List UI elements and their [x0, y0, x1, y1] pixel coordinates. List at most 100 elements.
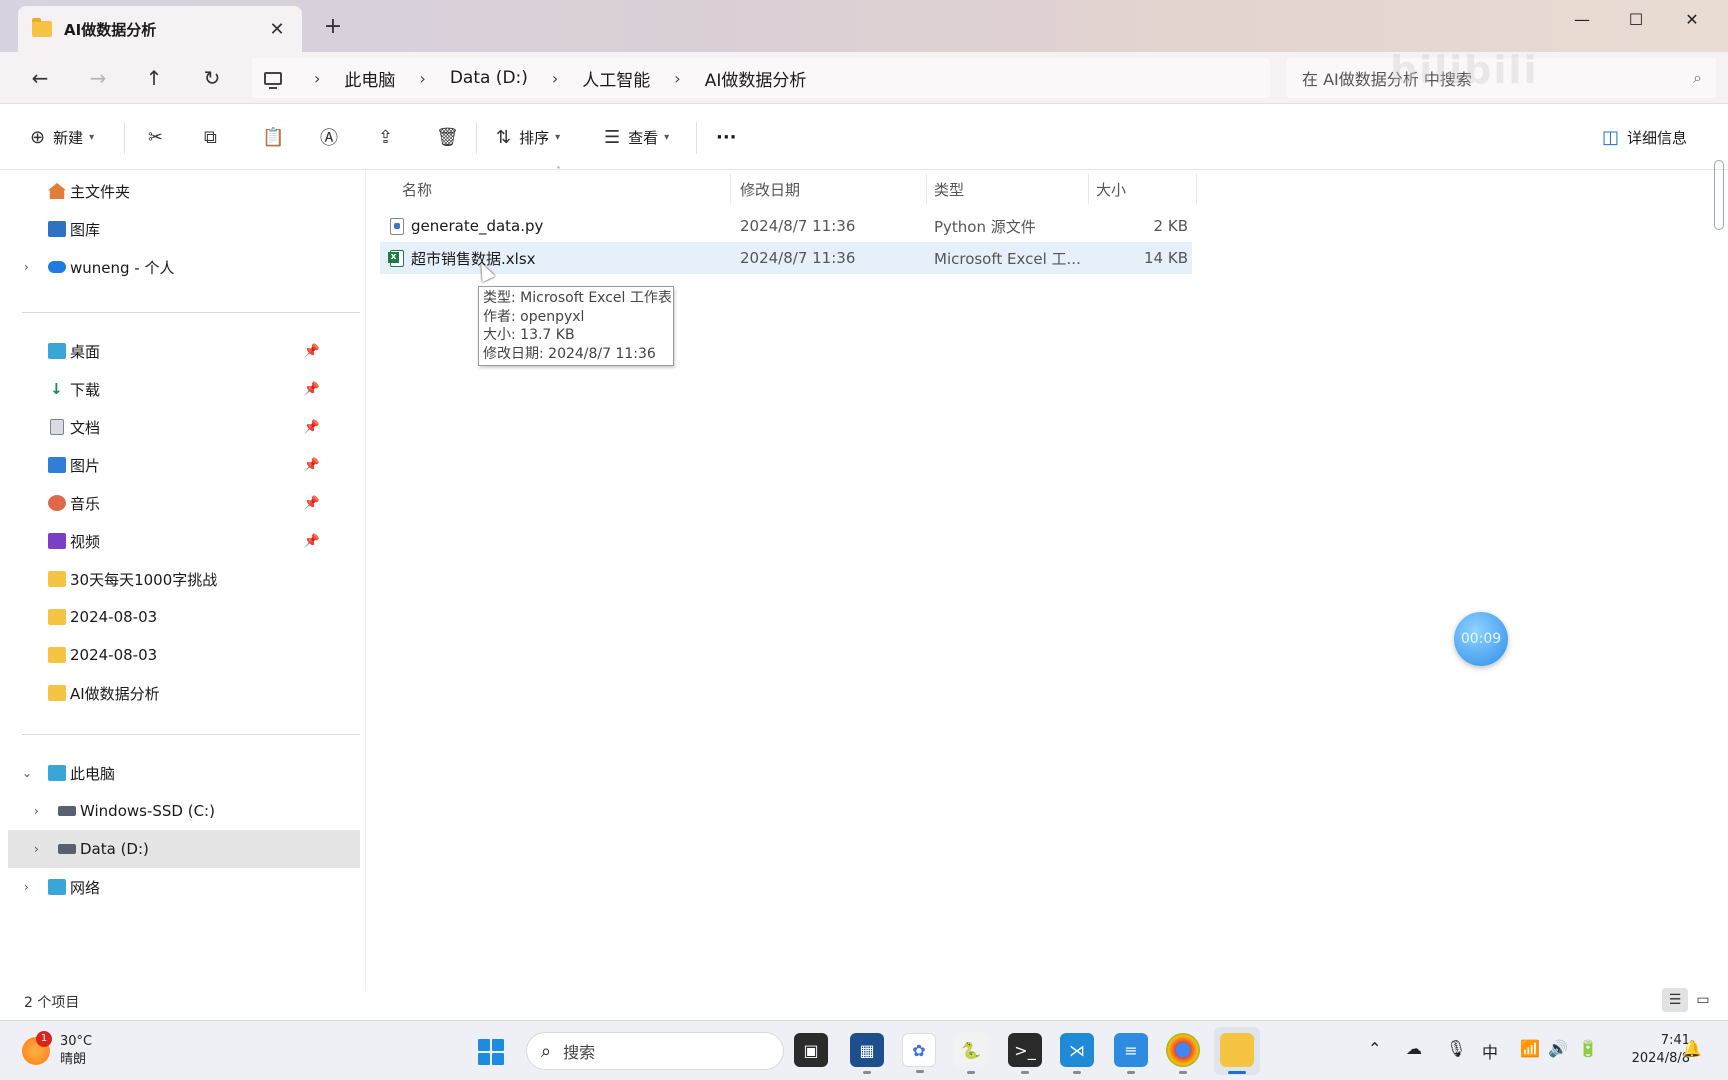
clock[interactable]: 7:41 2024/8/8 — [1616, 1032, 1690, 1068]
chevron-right-icon[interactable]: › — [674, 69, 680, 88]
address-bar[interactable]: › 此电脑 › Data (D:) › 人工智能 › AI做数据分析 — [252, 58, 1270, 98]
column-divider[interactable] — [730, 174, 731, 204]
sidebar-item-drive-c[interactable]: › Windows-SSD (C:) — [8, 792, 360, 830]
vscode-icon[interactable]: ⋊ — [1060, 1033, 1094, 1074]
breadcrumb-ai[interactable]: 人工智能 — [582, 66, 650, 91]
pin-icon[interactable]: 📌 — [304, 458, 320, 473]
sidebar-item-documents[interactable]: 文档 📌 — [8, 408, 360, 446]
chevron-right-icon[interactable]: › — [419, 69, 425, 88]
cloud-icon[interactable]: ☁ — [1406, 1039, 1422, 1058]
sidebar-item-pictures[interactable]: 图片 📌 — [8, 446, 360, 484]
sidebar-item-folder[interactable]: 2024-08-03 — [8, 636, 360, 674]
ime-indicator[interactable]: 中 — [1482, 1039, 1498, 1063]
share-button[interactable]: ⇪ — [378, 122, 401, 152]
column-divider[interactable] — [1196, 174, 1197, 204]
file-row[interactable]: generate_data.py 2024/8/7 11:36 Python 源… — [380, 210, 1192, 242]
close-button[interactable]: ✕ — [1668, 4, 1716, 34]
notepad-icon[interactable]: ≡ — [1114, 1033, 1148, 1074]
view-button[interactable]: ☰ 查看 ▾ — [604, 122, 669, 152]
file-explorer-icon[interactable] — [1220, 1033, 1254, 1074]
breadcrumb-current-folder[interactable]: AI做数据分析 — [705, 66, 807, 91]
breadcrumb-this-pc[interactable]: 此电脑 — [344, 66, 395, 91]
wifi-icon[interactable]: 📶 — [1520, 1039, 1540, 1058]
terminal-icon[interactable]: >_ — [1008, 1033, 1042, 1074]
sidebar-item-downloads[interactable]: ↓ 下载 📌 — [8, 370, 360, 408]
sidebar-item-label: AI做数据分析 — [70, 684, 160, 703]
minimize-button[interactable]: — — [1558, 4, 1606, 34]
chevron-right-icon[interactable]: › — [24, 260, 29, 274]
sidebar-item-desktop[interactable]: 桌面 📌 — [8, 332, 360, 370]
cut-button[interactable]: ✂ — [148, 122, 171, 152]
volume-icon[interactable]: 🔊 — [1548, 1039, 1568, 1058]
column-divider[interactable] — [926, 174, 927, 204]
column-header-size[interactable]: 大小 — [1096, 174, 1126, 204]
chrome-icon[interactable] — [1166, 1033, 1200, 1074]
weather-widget[interactable]: 1 30°C 晴朗 — [22, 1031, 92, 1069]
tab-ai-data-analysis[interactable]: AI做数据分析 ✕ — [18, 6, 302, 52]
taskbar-search[interactable]: ⌕ 搜索 — [526, 1032, 784, 1070]
chevron-down-icon[interactable]: ⌄ — [22, 766, 32, 780]
chevron-right-icon[interactable]: › — [34, 804, 39, 818]
pin-icon[interactable]: 📌 — [304, 496, 320, 511]
refresh-icon[interactable]: ↻ — [196, 62, 228, 94]
sidebar-item-folder[interactable]: 30天每天1000字挑战 — [8, 560, 360, 598]
rename-button[interactable]: Ⓐ — [320, 122, 346, 152]
tiles-view-icon[interactable]: ▭ — [1690, 988, 1716, 1012]
chevron-right-icon[interactable]: › — [34, 842, 39, 856]
pin-icon[interactable]: 📌 — [304, 344, 320, 359]
chevron-right-icon[interactable]: › — [24, 880, 29, 894]
pin-icon[interactable]: 📌 — [304, 382, 320, 397]
sort-button[interactable]: ⇅ 排序 ▾ — [496, 122, 560, 152]
pin-icon[interactable]: 📌 — [304, 534, 320, 549]
sidebar-item-folder[interactable]: AI做数据分析 — [8, 674, 360, 712]
sidebar-item-folder[interactable]: 2024-08-03 — [8, 598, 360, 636]
column-header-date[interactable]: 修改日期 — [740, 174, 800, 204]
pane-splitter[interactable] — [365, 170, 366, 990]
paste-button[interactable]: 📋 — [262, 122, 292, 152]
baidu-netdisk-icon[interactable]: ✿ — [902, 1033, 936, 1073]
more-options-button[interactable]: ··· — [716, 122, 737, 152]
pycharm-icon[interactable]: ▦ — [850, 1033, 884, 1074]
sidebar-item-music[interactable]: 音乐 📌 — [8, 484, 360, 522]
chevron-right-icon[interactable]: › — [314, 69, 320, 88]
plus-circle-icon: ⊕ — [30, 126, 46, 148]
tab-close-icon[interactable]: ✕ — [266, 19, 288, 40]
task-view-icon[interactable]: ▣ — [794, 1033, 828, 1067]
sidebar-item-label: 图库 — [70, 220, 101, 239]
file-row[interactable]: 超市销售数据.xlsx 2024/8/7 11:36 Microsoft Exc… — [380, 242, 1192, 274]
details-view-icon[interactable]: ☰ — [1662, 988, 1688, 1012]
details-pane-button[interactable]: ◫ 详细信息 — [1602, 122, 1687, 152]
home-icon — [48, 183, 66, 199]
sidebar-item-onedrive[interactable]: › wuneng - 个人 — [8, 248, 360, 286]
sidebar-item-home[interactable]: 主文件夹 — [8, 172, 360, 210]
new-button[interactable]: ⊕ 新建 ▾ — [30, 122, 94, 152]
column-header-name[interactable]: 名称 — [402, 174, 432, 204]
search-icon[interactable]: ⌕ — [1693, 68, 1702, 88]
up-arrow-icon[interactable]: ↑ — [138, 62, 170, 94]
recording-timer[interactable]: 00:09 — [1454, 612, 1508, 666]
notification-bell-icon[interactable]: 🔔 — [1682, 1039, 1702, 1058]
delete-button[interactable]: 🗑 — [436, 122, 467, 152]
new-tab-button[interactable]: + — [320, 14, 346, 39]
back-arrow-icon[interactable]: ← — [24, 62, 56, 94]
maximize-button[interactable]: ☐ — [1612, 4, 1660, 34]
copy-button[interactable]: ⧉ — [204, 122, 225, 152]
sidebar-item-gallery[interactable]: 图库 — [8, 210, 360, 248]
sidebar-item-label: 2024-08-03 — [70, 646, 158, 664]
column-header-type[interactable]: 类型 — [934, 174, 964, 204]
forward-arrow-icon[interactable]: → — [82, 62, 114, 94]
breadcrumb-data-d[interactable]: Data (D:) — [450, 68, 528, 88]
python-icon[interactable]: 🐍 — [954, 1033, 988, 1074]
pin-icon[interactable]: 📌 — [304, 420, 320, 435]
vertical-scrollbar[interactable] — [1714, 160, 1724, 230]
sidebar-item-network[interactable]: › 网络 — [8, 868, 360, 906]
chevron-up-icon[interactable]: ⌃ — [1368, 1039, 1381, 1058]
sidebar-item-this-pc[interactable]: ⌄ 此电脑 — [8, 754, 360, 792]
battery-icon[interactable]: 🔋 — [1578, 1039, 1598, 1058]
windows-start-icon[interactable] — [478, 1039, 504, 1065]
chevron-right-icon[interactable]: › — [552, 69, 558, 88]
sidebar-item-videos[interactable]: 视频 📌 — [8, 522, 360, 560]
microphone-icon[interactable]: 🎙 — [1446, 1039, 1466, 1058]
sidebar-item-drive-d[interactable]: › Data (D:) — [8, 830, 360, 868]
column-divider[interactable] — [1088, 174, 1089, 204]
